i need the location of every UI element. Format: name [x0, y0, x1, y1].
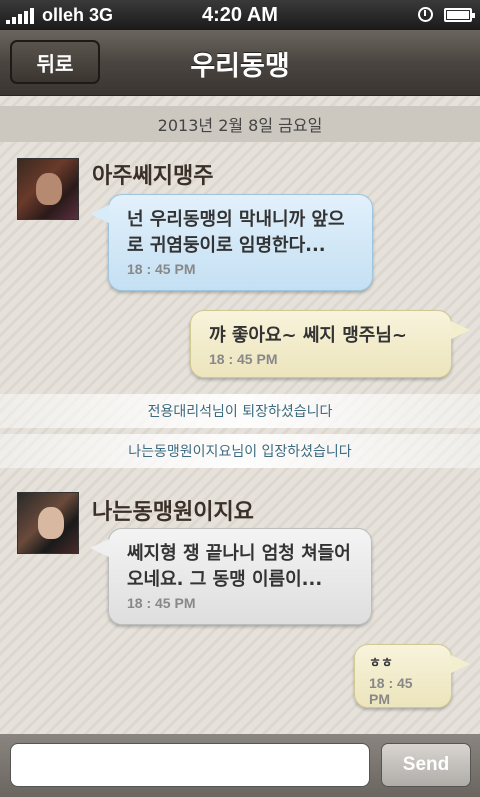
input-bar: Send [0, 734, 480, 797]
nav-bar: 뒤로 우리동맹 [0, 30, 480, 96]
message-text: 꺄 좋아요~ 쎄지 맹주님~ [209, 325, 408, 346]
alarm-icon [418, 7, 433, 22]
battery-icon [444, 8, 475, 22]
avatar[interactable] [17, 492, 79, 554]
message-text: 넌 우리동맹의 막내니까 앞으 로 귀염둥이로 임명한다... [127, 209, 345, 256]
message-text: ㅎㅎ [369, 656, 393, 671]
chat-area[interactable]: 2013년 2월 8일 금요일 아주쎄지맹주 넌 우리동맹의 막내니까 앞으 로… [0, 96, 480, 734]
page-title: 우리동맹 [190, 51, 290, 82]
message-bubble-sent[interactable]: 꺄 좋아요~ 쎄지 맹주님~ 18 : 45 PM [190, 310, 470, 378]
message-time: 18 : 45 PM [127, 595, 196, 611]
message-bubble-received[interactable]: 쎄지형 쟁 끝나니 엄청 쳐들어 오네요. 그 동맹 이름이... 18 : 4… [90, 528, 372, 625]
send-button[interactable]: Send [381, 743, 471, 787]
sender-name: 나는동맹원이지요 [92, 500, 254, 525]
avatar[interactable] [17, 158, 79, 220]
system-message: 전용대리석님이 퇴장하셨습니다 [0, 394, 480, 428]
system-message: 나는동맹원이지요님이 입장하셨습니다 [0, 434, 480, 468]
bubble-tail [451, 321, 470, 339]
message-input[interactable] [10, 743, 370, 787]
bubble-tail [90, 539, 109, 557]
message-bubble-sent[interactable]: ㅎㅎ 18 : 45 PM [354, 644, 470, 708]
status-bar: olleh 3G 4:20 AM [0, 0, 480, 30]
sender-name: 아주쎄지맹주 [92, 164, 214, 189]
date-divider: 2013년 2월 8일 금요일 [0, 106, 480, 142]
status-time: 4:20 AM [202, 4, 278, 26]
bubble-tail [451, 655, 470, 673]
bubble-tail [90, 205, 109, 223]
message-time: 18 : 45 PM [209, 351, 278, 367]
message-time: 18 : 45 PM [369, 675, 413, 707]
message-time: 18 : 45 PM [127, 261, 196, 277]
message-bubble-received[interactable]: 넌 우리동맹의 막내니까 앞으 로 귀염둥이로 임명한다... 18 : 45 … [90, 194, 373, 291]
message-text: 쎄지형 쟁 끝나니 엄청 쳐들어 오네요. 그 동맹 이름이... [127, 543, 351, 590]
